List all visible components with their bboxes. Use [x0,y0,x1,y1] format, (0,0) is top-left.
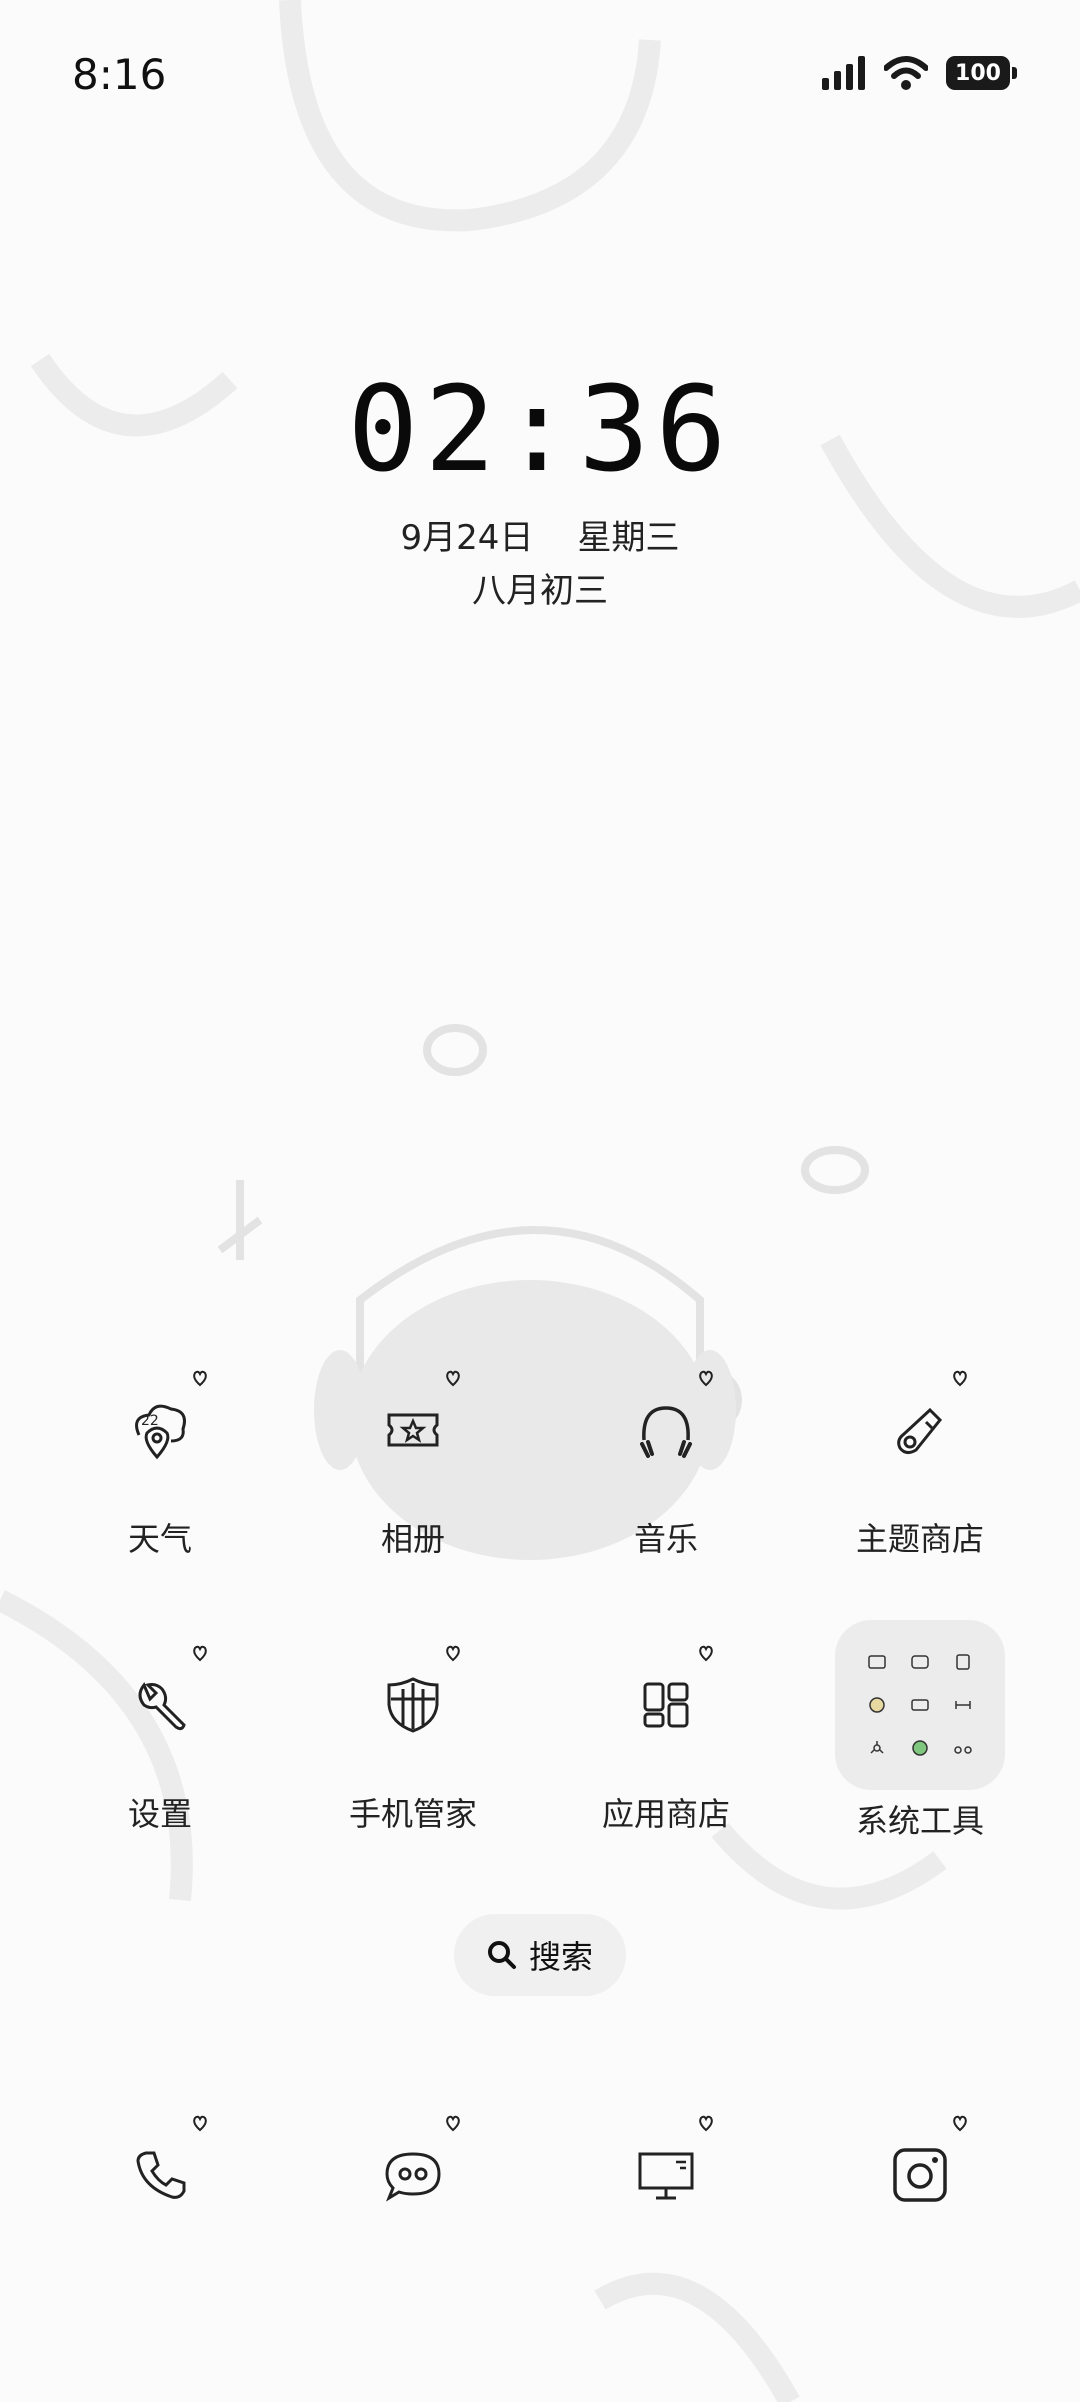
clock-weekday: 星期三 [577,518,680,558]
app-label-settings: 设置 [127,1795,192,1833]
folder-mini-icon [900,1729,939,1768]
battery-icon: 100 [946,56,1017,90]
app-label-theme-store: 主题商店 [855,1520,984,1558]
phone-icon [136,2151,186,2199]
app-phone-manager[interactable]: 手机管家 [313,1645,513,1835]
search-label: 搜索 [528,1938,593,1976]
gallery-icon [387,1413,439,1447]
wifi-icon [884,56,928,90]
browser-icon [638,2152,694,2200]
folder-mini-icon [900,1642,939,1681]
system-tools-folder-icon [835,1620,1005,1790]
heart-decoration-icon [193,2115,207,2132]
dock-phone[interactable] [60,2115,260,2235]
search-button[interactable]: 搜索 [454,1914,626,1996]
folder-mini-icon [944,1685,983,1724]
app-label-app-store: 应用商店 [601,1795,730,1833]
status-bar-time: 8:16 [72,50,167,99]
app-weather[interactable]: 22 天气 [60,1370,260,1560]
heart-decoration-icon [699,1645,713,1662]
weather-icon: 22 [135,1404,186,1460]
heart-decoration-icon [953,2115,967,2132]
app-label-phone-manager: 手机管家 [348,1795,477,1833]
folder-mini-icon [944,1729,983,1768]
status-bar-icons: 100 [822,56,1017,90]
messages-icon [385,2152,441,2202]
settings-icon [138,1682,186,1731]
app-settings[interactable]: 设置 [60,1645,260,1835]
heart-decoration-icon [193,1645,207,1662]
folder-mini-icon [900,1685,939,1724]
heart-decoration-icon [446,1645,460,1662]
app-label-music: 音乐 [633,1520,698,1558]
heart-decoration-icon [193,1370,207,1387]
dock-camera[interactable] [820,2115,1020,2235]
dock-messages[interactable] [313,2115,513,2235]
dock-browser[interactable] [566,2115,766,2235]
heart-decoration-icon [446,2115,460,2132]
app-theme-store[interactable]: 主题商店 [820,1370,1020,1560]
app-gallery[interactable]: 相册 [313,1370,513,1560]
clock-time[interactable]: 02:36 [0,360,1080,498]
app-app-store[interactable]: 应用商店 [566,1645,766,1835]
heart-decoration-icon [953,1370,967,1387]
phone-manager-icon [387,1677,439,1733]
camera-icon [893,2148,947,2202]
app-store-icon [643,1682,689,1728]
search-icon [487,1941,516,1969]
theme-store-icon [897,1407,943,1455]
app-label-system-tools: 系统工具 [855,1802,984,1840]
clock-date: 9月24日 [400,518,534,558]
folder-mini-icon [857,1642,896,1681]
app-system-tools-folder[interactable]: 系统工具 [820,1620,1020,1842]
signal-icon [822,56,865,90]
heart-decoration-icon [699,2115,713,2132]
app-label-gallery: 相册 [380,1520,445,1558]
weather-badge: 22 [141,1413,159,1429]
app-label-weather: 天气 [127,1520,192,1558]
home-screen: 8:16 100 02:36 9月24日 星期三 八月初三 22 天气 相册 音… [0,0,1080,2402]
folder-mini-icon [944,1642,983,1681]
music-icon [640,1406,692,1458]
clock-date-line: 9月24日 星期三 [0,510,1080,559]
heart-decoration-icon [446,1370,460,1387]
heart-decoration-icon [699,1370,713,1387]
clock-lunar-date: 八月初三 [472,571,608,611]
folder-mini-icon [857,1685,896,1724]
folder-mini-icon [857,1729,896,1768]
app-music[interactable]: 音乐 [566,1370,766,1560]
